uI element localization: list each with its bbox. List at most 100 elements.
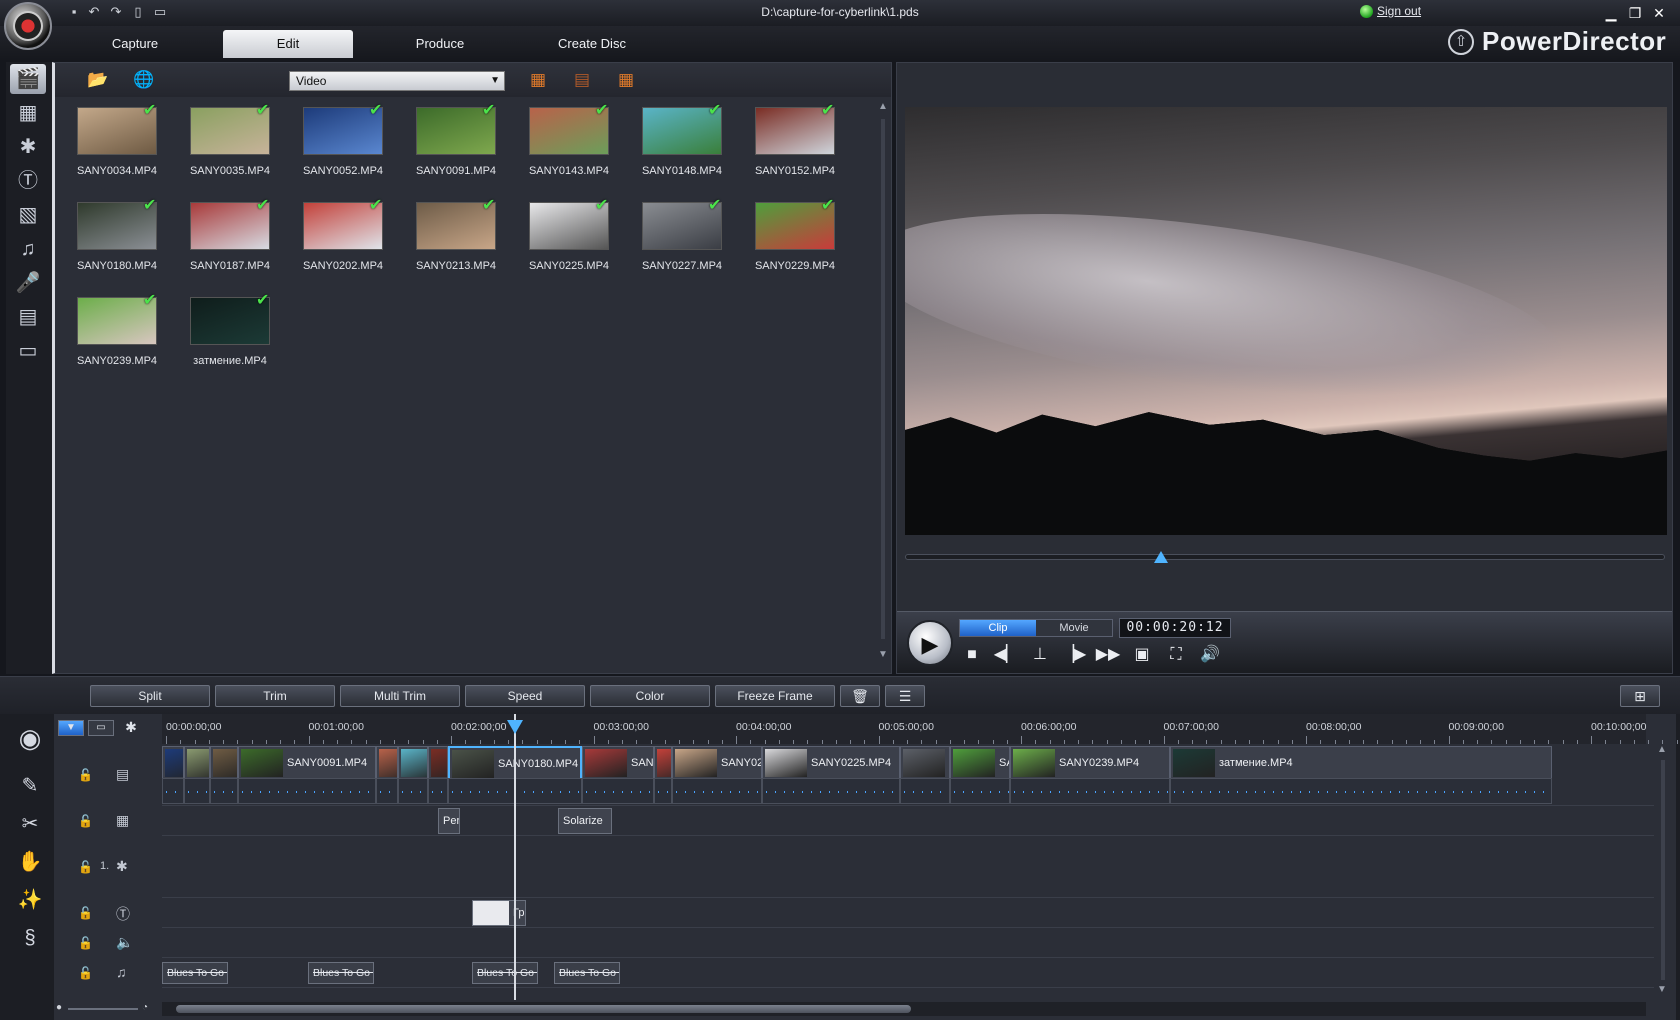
video-clip[interactable] [376,746,398,780]
media-item[interactable]: ✔ SANY0148.MP4 [628,103,728,195]
add-to-timeline-icon[interactable]: ▦ [523,69,553,91]
insert-icon[interactable]: ▤ [567,69,597,91]
restore-icon[interactable]: ❐ [1626,4,1644,22]
video-clip[interactable] [428,746,448,780]
video-clip[interactable]: SANY021 [672,746,762,780]
previous-frame-icon[interactable]: ◀▏ [993,644,1019,666]
storyboard-view-button[interactable]: ▭ [88,720,114,736]
subtitle-room-icon[interactable]: ▭ [10,336,46,366]
effect-room-icon[interactable]: ▦ [10,98,46,128]
movie-mode-button[interactable]: Movie [1036,620,1112,636]
fullscreen-icon[interactable]: ⛶ [1163,644,1189,666]
unlock-icon[interactable]: 🔓 [78,814,93,828]
music-clip[interactable]: Blues To Go ( [472,962,538,984]
media-item[interactable]: ✔ затмение.MP4 [176,293,276,385]
media-item[interactable]: ✔ SANY0239.MP4 [63,293,163,385]
app-logo[interactable] [4,2,52,50]
audio-mixing-room-icon[interactable]: ♫ [10,234,46,264]
video-clip[interactable]: SANY [582,746,654,780]
title-room-icon[interactable]: Ⓣ [10,166,46,196]
video-clip[interactable] [162,746,184,780]
trim-button[interactable]: Trim [215,685,335,707]
media-item[interactable]: ✔ SANY0180.MP4 [63,198,163,290]
magic-tool-icon[interactable]: ◉ [12,722,48,754]
color-button[interactable]: Color [590,685,710,707]
video-clip[interactable]: SANY0225.MP4 [762,746,900,780]
timeline-vertical-scrollbar[interactable]: ▲ ▼ [1654,744,1672,1000]
video-track[interactable]: SANY0091.MP4 SANY0180.MP4 SANY SANY021 SANY0… [162,744,1654,806]
seek-handle[interactable] [1154,551,1169,563]
minimize-icon[interactable]: ▁ [1602,4,1620,22]
split-button[interactable]: Split [90,685,210,707]
eraser-icon[interactable]: ✎ [12,770,48,802]
scroll-thumb[interactable] [176,1005,911,1013]
video-clip[interactable]: SANY0091.MP4 [238,746,376,780]
library-filter-select[interactable]: Video ▼ [289,71,505,91]
timeline-playhead[interactable] [507,714,523,1000]
video-clip[interactable] [184,746,210,780]
scroll-up-icon[interactable]: ▲ [1657,744,1667,755]
media-item[interactable]: ✔ SANY0225.MP4 [515,198,615,290]
effect-clip[interactable]: Per [438,808,460,834]
media-item[interactable]: ✔ SANY0187.MP4 [176,198,276,290]
media-item[interactable]: ✔ SANY0202.MP4 [289,198,389,290]
scroll-up-icon[interactable]: ▲ [877,101,889,112]
tab-capture[interactable]: Capture [70,30,200,58]
video-clip[interactable] [210,746,238,780]
media-item[interactable]: ✔ SANY0035.MP4 [176,103,276,195]
transition-room-icon[interactable]: ▧ [10,200,46,230]
pip-track[interactable] [162,836,1654,898]
media-item[interactable]: ✔ SANY0229.MP4 [741,198,841,290]
video-clip[interactable]: затмение.MP4 [1170,746,1552,780]
voice-over-room-icon[interactable]: 🎤 [10,268,46,298]
effect-clip[interactable]: Solarize [558,808,612,834]
unlock-icon[interactable]: 🔓 [78,906,93,920]
sign-out-link[interactable]: Sign out [1360,4,1421,18]
video-clip[interactable] [398,746,428,780]
clip-mode-button[interactable]: Clip [960,620,1036,636]
title-clip[interactable]: Гр [472,900,526,926]
media-item[interactable]: ✔ SANY0034.MP4 [63,103,163,195]
magic-cut-icon[interactable]: ✂ [12,808,48,840]
pip-room-icon[interactable]: ✱ [10,132,46,162]
close-icon[interactable]: ✕ [1650,4,1668,22]
unlock-icon[interactable]: 🔓 [78,966,93,980]
edit-menu-icon[interactable]: ☰ [885,685,925,707]
chapter-room-icon[interactable]: ▤ [10,302,46,332]
upgrade-icon[interactable]: ⇧ [1448,28,1474,55]
next-frame-icon[interactable]: ▕▶ [1061,644,1087,666]
import-folder-icon[interactable]: 📂 [83,69,113,91]
delete-icon[interactable]: 🗑 [840,685,880,707]
video-clip[interactable]: SA [950,746,1010,780]
volume-icon[interactable]: 🔊 [1197,644,1223,666]
music-clip[interactable]: Blues To Go ( [162,962,228,984]
unlock-icon[interactable]: 🔓 [78,860,93,874]
effect-track[interactable]: Per Solarize [162,806,1654,836]
music-track[interactable]: Blues To Go (Blues To Go (Blues To Go (B… [162,958,1654,988]
play-button[interactable]: ▶ [907,620,953,666]
seek-bar[interactable] [905,547,1665,567]
zoom-in-icon[interactable]: ◔ [142,1002,148,1013]
speed-button[interactable]: Speed [465,685,585,707]
timecode-display[interactable]: 00:00:20:12 [1119,618,1231,638]
hand-tool-icon[interactable]: ✋ [12,846,48,878]
preview-quality-icon[interactable]: ▣ [1129,644,1155,666]
tab-create-disc[interactable]: Create Disc [527,30,657,58]
timeline-zoom-slider[interactable]: ● ◔ [54,1002,162,1016]
media-item[interactable]: ✔ SANY0052.MP4 [289,103,389,195]
music-clip[interactable]: Blues To Go ( [554,962,620,984]
snapshot-icon[interactable]: ⊥ [1027,644,1053,666]
unlock-icon[interactable]: 🔓 [78,936,93,950]
freeze-frame-button[interactable]: Freeze Frame [715,685,835,707]
media-room-icon[interactable]: 🎬 [10,64,46,94]
effect-track-icon[interactable]: ✱ [118,720,144,736]
magic-style-icon[interactable]: ✨ [12,884,48,916]
video-clip[interactable] [654,746,672,780]
library-scrollbar[interactable]: ▲ ▼ [875,97,891,669]
export-icon[interactable]: ▦ [611,69,641,91]
tab-edit[interactable]: Edit [223,30,353,58]
unlock-icon[interactable]: 🔓 [78,768,93,782]
download-media-icon[interactable]: 🌐 [129,69,159,91]
stop-icon[interactable]: ■ [959,644,985,666]
media-item[interactable]: ✔ SANY0143.MP4 [515,103,615,195]
